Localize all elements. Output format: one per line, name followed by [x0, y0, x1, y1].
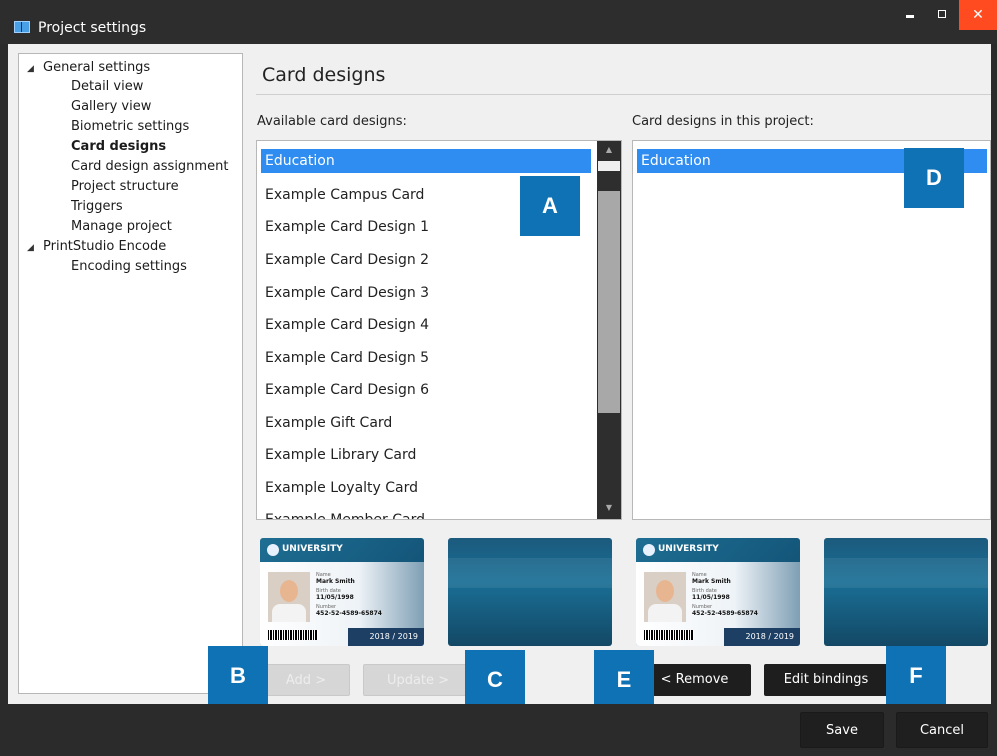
card-year: 2018 / 2019: [724, 628, 800, 646]
title-bar[interactable]: Project settings ✕: [0, 0, 997, 44]
tree-group-general-settings[interactable]: ◢ General settings: [27, 60, 150, 75]
tree-group-printstudio-encode[interactable]: ◢ PrintStudio Encode: [27, 239, 166, 254]
list-item[interactable]: Example Library Card: [261, 443, 416, 467]
window-title: Project settings: [38, 20, 147, 36]
maximize-button[interactable]: [929, 0, 957, 30]
settings-content: ◢ General settings Detail view Gallery vi…: [8, 44, 991, 710]
expanded-triangle-icon[interactable]: ◢: [27, 64, 37, 74]
save-button[interactable]: Save: [800, 712, 884, 748]
card-number: 452-52-4589-65874: [692, 610, 758, 617]
card-number: 452-52-4589-65874: [316, 610, 382, 617]
tree-item-manage-project[interactable]: Manage project: [71, 219, 172, 234]
close-button[interactable]: ✕: [959, 0, 997, 30]
available-list-scrollbar[interactable]: ▲ ▼: [597, 141, 621, 519]
card-back-pattern: [824, 558, 988, 588]
list-item[interactable]: Education: [261, 149, 591, 173]
title-divider: [256, 94, 991, 95]
barcode: [644, 630, 694, 640]
tree-item-card-designs[interactable]: Card designs: [71, 139, 166, 154]
settings-tree: ◢ General settings Detail view Gallery vi…: [18, 53, 243, 694]
list-item[interactable]: Example Member Card: [261, 508, 425, 519]
list-item[interactable]: Example Gift Card: [261, 411, 392, 435]
card-year: 2018 / 2019: [348, 628, 424, 646]
list-item[interactable]: Example Loyalty Card: [261, 476, 418, 500]
available-back-preview: [448, 538, 612, 646]
university-seal-icon: [267, 544, 279, 556]
tree-item-detail-view[interactable]: Detail view: [71, 79, 143, 94]
tree-item-biometric-settings[interactable]: Biometric settings: [71, 119, 189, 134]
project-settings-window: Project settings ✕ ◢ General settings Det…: [0, 0, 997, 756]
list-item[interactable]: Example Card Design 3: [261, 281, 429, 305]
remove-button[interactable]: < Remove: [638, 664, 751, 696]
list-item[interactable]: Example Card Design 4: [261, 313, 429, 337]
project-front-preview: UNIVERSITY Name Mark Smith Birth date 11…: [636, 538, 800, 646]
update-button[interactable]: Update >: [363, 664, 473, 696]
tree-group-label: PrintStudio Encode: [43, 239, 167, 254]
tree-item-encoding-settings[interactable]: Encoding settings: [71, 259, 187, 274]
tree-group-label: General settings: [43, 60, 151, 75]
project-back-preview: [824, 538, 988, 646]
tree-item-card-design-assignment[interactable]: Card design assignment: [71, 159, 228, 174]
available-front-preview: UNIVERSITY Name Mark Smith Birth date 11…: [260, 538, 424, 646]
scroll-down-arrow-icon[interactable]: ▼: [597, 503, 621, 512]
list-item[interactable]: Example Card Design 1: [261, 215, 429, 239]
add-button[interactable]: Add >: [262, 664, 350, 696]
expanded-triangle-icon[interactable]: ◢: [27, 243, 37, 253]
callout-c: C: [465, 650, 525, 710]
list-item[interactable]: Example Card Design 5: [261, 346, 429, 370]
list-item[interactable]: Example Card Design 6: [261, 378, 429, 402]
cardholder-photo: [268, 572, 310, 622]
card-name: Mark Smith: [316, 578, 355, 585]
barcode: [268, 630, 318, 640]
scroll-track-top: [598, 161, 620, 171]
card-university: UNIVERSITY: [282, 544, 343, 554]
card-dob: 11/05/1998: [692, 594, 730, 601]
scroll-up-arrow-icon[interactable]: ▲: [597, 145, 621, 154]
page-title: Card designs: [262, 64, 386, 86]
edit-bindings-button[interactable]: Edit bindings: [764, 664, 888, 696]
dialog-footer: Save Cancel: [0, 704, 997, 756]
app-icon: [14, 21, 30, 33]
callout-d: D: [904, 148, 964, 208]
scroll-thumb[interactable]: [598, 191, 620, 413]
tree-item-triggers[interactable]: Triggers: [71, 199, 123, 214]
card-name: Mark Smith: [692, 578, 731, 585]
card-back-pattern: [448, 558, 612, 588]
callout-f: F: [886, 646, 946, 706]
cardholder-photo: [644, 572, 686, 622]
cancel-button[interactable]: Cancel: [896, 712, 988, 748]
available-designs-label: Available card designs:: [257, 114, 407, 129]
tree-item-gallery-view[interactable]: Gallery view: [71, 99, 151, 114]
list-item[interactable]: Example Card Design 2: [261, 248, 429, 272]
list-item[interactable]: Example Campus Card: [261, 183, 424, 207]
minimize-button[interactable]: [896, 0, 924, 30]
card-university: UNIVERSITY: [658, 544, 719, 554]
project-designs-label: Card designs in this project:: [632, 114, 814, 129]
tree-item-project-structure[interactable]: Project structure: [71, 179, 179, 194]
callout-a: A: [520, 176, 580, 236]
callout-e: E: [594, 650, 654, 710]
card-dob: 11/05/1998: [316, 594, 354, 601]
university-seal-icon: [643, 544, 655, 556]
callout-b: B: [208, 646, 268, 706]
